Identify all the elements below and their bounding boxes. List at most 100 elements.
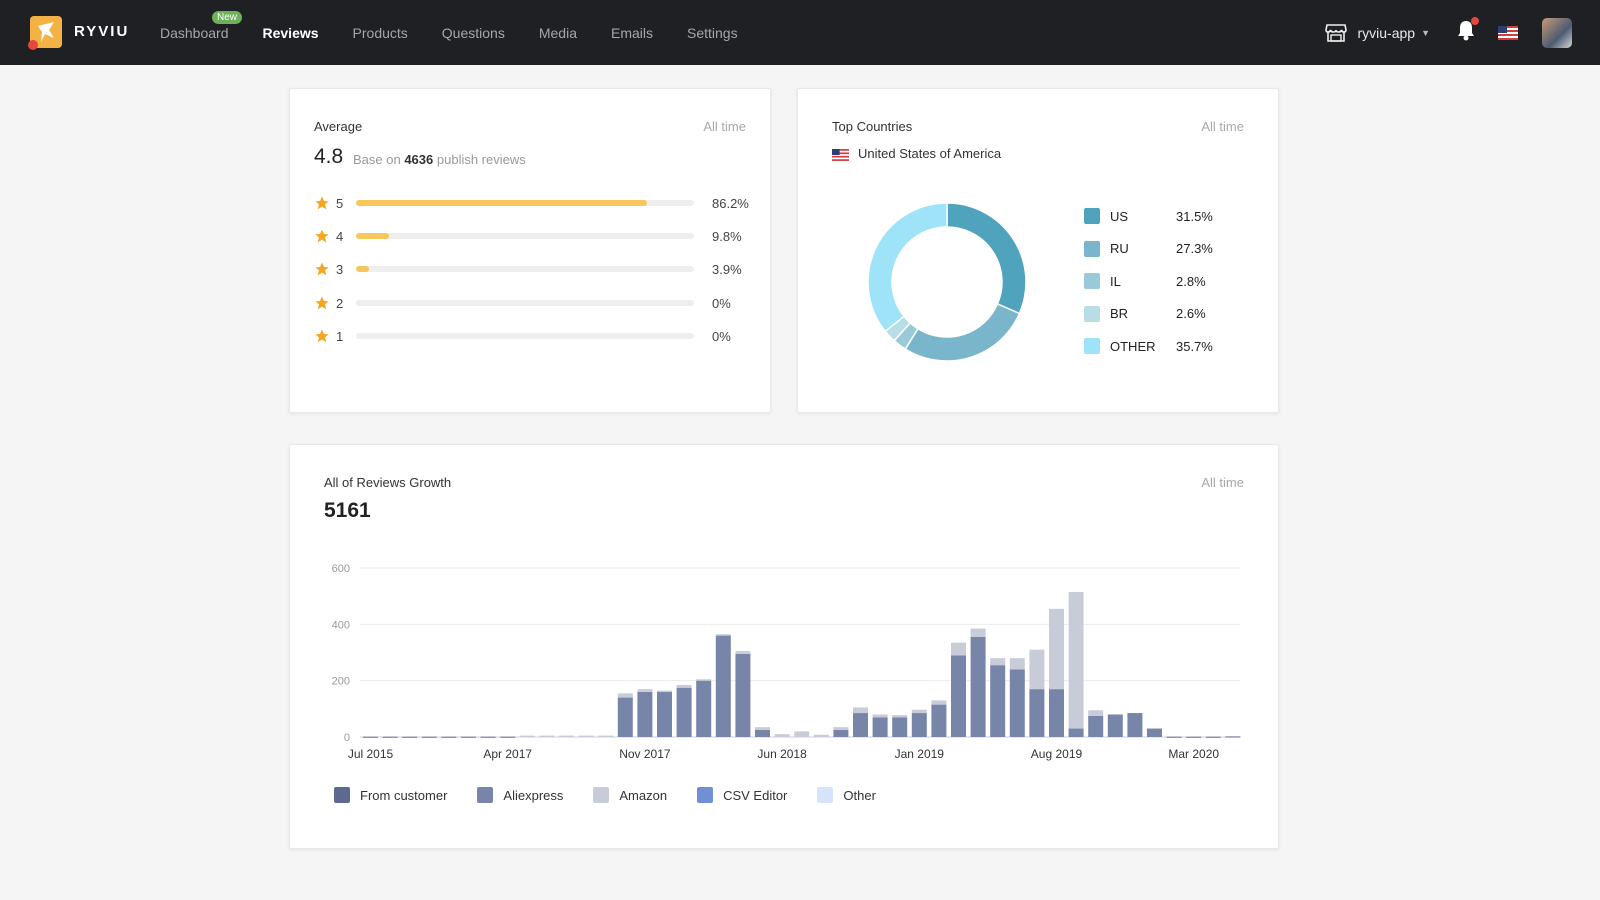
bar-aliexpress-33[interactable] <box>1009 669 1025 737</box>
bar-aliexpress-35[interactable] <box>1049 689 1064 737</box>
bar-from-customer-4[interactable] <box>441 736 457 738</box>
bar-amazon-15[interactable] <box>657 690 672 692</box>
bar-amazon-11[interactable] <box>578 735 594 737</box>
bar-aliexpress-40[interactable] <box>1147 728 1162 737</box>
notifications-button[interactable] <box>1456 17 1479 46</box>
bar-aliexpress-27[interactable] <box>892 717 908 737</box>
legend-item-il[interactable]: IL 2.8% <box>1084 272 1206 290</box>
legend-item-br[interactable]: BR 2.6% <box>1084 305 1206 323</box>
bar-amazon-22[interactable] <box>794 731 810 737</box>
bar-aliexpress-28[interactable] <box>911 713 927 737</box>
bar-aliexpress-29[interactable] <box>931 704 947 737</box>
nav-questions[interactable]: Questions <box>442 25 505 41</box>
legend-item-ru[interactable]: RU 27.3% <box>1084 240 1213 258</box>
bar-aliexpress-30[interactable] <box>951 655 966 737</box>
bar-from-customer-5[interactable] <box>461 736 476 738</box>
us-flag-icon[interactable] <box>1498 25 1518 40</box>
x-tick-label: Apr 2017 <box>483 747 532 761</box>
bar-amazon-37[interactable] <box>1088 710 1104 716</box>
bar-aliexpress-32[interactable] <box>990 665 1006 737</box>
bar-aliexpress-14[interactable] <box>637 691 653 737</box>
bar-amazon-19[interactable] <box>735 651 751 654</box>
bar-amazon-31[interactable] <box>970 628 986 638</box>
bar-aliexpress-18[interactable] <box>715 635 731 737</box>
bar-aliexpress-13[interactable] <box>617 697 633 737</box>
bar-from-customer-43[interactable] <box>1205 736 1221 738</box>
legend-other[interactable]: Other <box>817 787 876 803</box>
bar-amazon-10[interactable] <box>559 735 574 737</box>
bar-from-customer-1[interactable] <box>382 736 398 738</box>
bar-amazon-36[interactable] <box>1068 591 1084 729</box>
header-tools: ryviu-app ▼ <box>1325 0 1572 65</box>
donut-slice-other[interactable] <box>867 202 948 333</box>
nav-media[interactable]: Media <box>539 25 577 41</box>
bar-aliexpress-15[interactable] <box>657 691 672 737</box>
nav-settings[interactable]: Settings <box>687 25 738 41</box>
bar-amazon-35[interactable] <box>1049 608 1064 690</box>
legend-item-us[interactable]: US 31.5% <box>1084 207 1213 225</box>
bar-from-customer-42[interactable] <box>1186 736 1202 738</box>
average-rating: 4.8 <box>314 145 344 168</box>
bar-amazon-8[interactable] <box>519 735 535 737</box>
bar-amazon-12[interactable] <box>598 735 614 737</box>
nav-label: Settings <box>687 24 738 41</box>
donut-slice-us[interactable] <box>946 202 1027 315</box>
bar-aliexpress-20[interactable] <box>755 729 770 737</box>
bar-from-customer-41[interactable] <box>1166 736 1182 738</box>
bar-aliexpress-25[interactable] <box>853 713 868 737</box>
bar-aliexpress-26[interactable] <box>872 717 888 737</box>
bar-amazon-32[interactable] <box>990 658 1006 666</box>
bar-amazon-20[interactable] <box>755 727 770 730</box>
bar-amazon-17[interactable] <box>696 679 712 681</box>
bar-aliexpress-37[interactable] <box>1088 715 1104 737</box>
bar-from-customer-6[interactable] <box>480 736 496 738</box>
user-avatar[interactable] <box>1542 17 1572 48</box>
donut-slice-ru[interactable] <box>904 302 1021 362</box>
legend-aliexpress[interactable]: Aliexpress <box>477 787 563 803</box>
bar-from-customer-3[interactable] <box>421 736 437 738</box>
bar-aliexpress-19[interactable] <box>735 653 751 737</box>
nav-products[interactable]: Products <box>353 25 408 41</box>
bar-amazon-13[interactable] <box>617 693 633 698</box>
bar-amazon-9[interactable] <box>539 735 555 737</box>
average-range[interactable]: All time <box>703 119 746 134</box>
bar-aliexpress-39[interactable] <box>1127 713 1143 737</box>
bar-from-customer-7[interactable] <box>500 736 516 738</box>
bar-amazon-34[interactable] <box>1029 649 1045 690</box>
countries-range[interactable]: All time <box>1201 119 1244 134</box>
bar-from-customer-0[interactable] <box>363 736 378 738</box>
nav-emails[interactable]: Emails <box>611 25 653 41</box>
bar-amazon-33[interactable] <box>1009 658 1025 670</box>
bar-amazon-29[interactable] <box>931 700 947 705</box>
bar-aliexpress-16[interactable] <box>676 687 692 737</box>
bar-from-customer-2[interactable] <box>402 736 418 738</box>
bar-amazon-16[interactable] <box>676 684 692 688</box>
bar-aliexpress-17[interactable] <box>696 680 712 737</box>
reviews-growth-card: All of Reviews Growth All time 5161 0 200… <box>289 444 1279 849</box>
store-switcher[interactable]: ryviu-app ▼ <box>1325 23 1430 43</box>
bar-amazon-26[interactable] <box>872 714 888 718</box>
bar-amazon-25[interactable] <box>853 707 868 714</box>
bar-amazon-23[interactable] <box>813 734 829 737</box>
bar-amazon-27[interactable] <box>892 715 908 718</box>
legend-item-other[interactable]: OTHER 35.7% <box>1084 337 1213 355</box>
bar-amazon-14[interactable] <box>637 689 653 692</box>
bar-from-customer-44[interactable] <box>1225 736 1241 738</box>
legend-swatch <box>334 787 350 803</box>
nav-reviews[interactable]: Reviews <box>263 25 319 41</box>
bar-amazon-30[interactable] <box>951 642 966 656</box>
legend-csv-editor[interactable]: CSV Editor <box>697 787 787 803</box>
bar-amazon-24[interactable] <box>833 727 849 730</box>
bar-aliexpress-38[interactable] <box>1107 714 1123 737</box>
bar-aliexpress-24[interactable] <box>833 729 849 737</box>
ryviu-logo[interactable] <box>28 16 62 50</box>
legend-amazon[interactable]: Amazon <box>593 787 667 803</box>
bar-amazon-28[interactable] <box>911 709 927 714</box>
bar-aliexpress-34[interactable] <box>1029 689 1045 737</box>
bar-aliexpress-31[interactable] <box>970 637 986 737</box>
bar-aliexpress-36[interactable] <box>1068 728 1084 737</box>
legend-from-customer[interactable]: From customer <box>334 787 447 803</box>
nav-dashboard[interactable]: Dashboard New <box>160 10 243 41</box>
bar-amazon-21[interactable] <box>774 734 790 737</box>
bar-amazon-18[interactable] <box>715 634 731 636</box>
